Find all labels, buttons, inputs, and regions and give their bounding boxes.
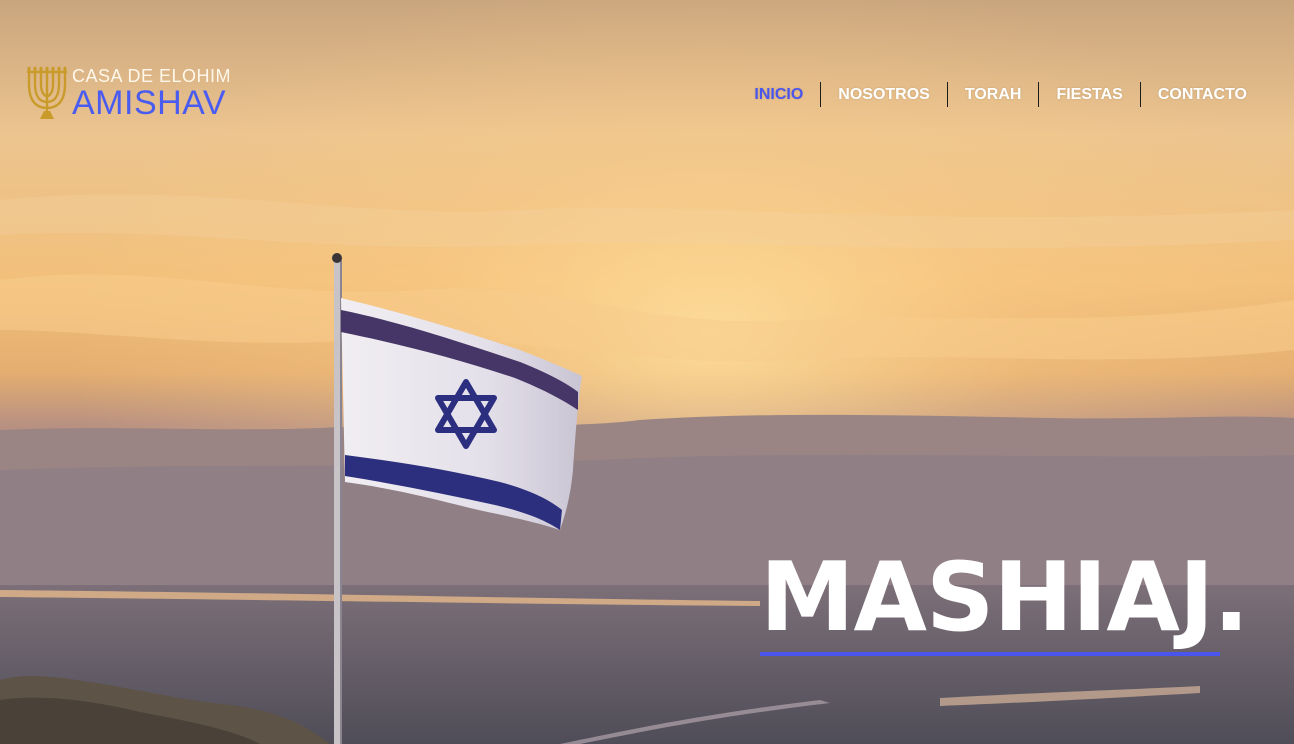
hero-headline-block: MASHIAJ. (760, 543, 1249, 656)
nav-item-fiestas[interactable]: FIESTAS (1038, 82, 1139, 107)
nav-item-inicio[interactable]: INICIO (737, 82, 820, 107)
nav-item-contacto[interactable]: CONTACTO (1139, 82, 1264, 107)
nav-item-torah[interactable]: TORAH (946, 82, 1039, 107)
logo-line2: AMISHAV (72, 84, 227, 122)
hero-headline: MASHIAJ. (760, 543, 1249, 653)
logo-line1: CASA DE ELOHIM (72, 66, 232, 86)
nav-item-nosotros[interactable]: NOSOTROS (820, 82, 947, 107)
menorah-icon (26, 66, 68, 119)
site-header: CASA DE ELOHIM AMISHAV INICIO NOSOTROS T… (0, 0, 1294, 130)
logo-text: CASA DE ELOHIM AMISHAV (72, 64, 231, 120)
site-logo[interactable]: CASA DE ELOHIM AMISHAV (26, 64, 231, 120)
main-nav: INICIO NOSOTROS TORAH FIESTAS CONTACTO (737, 82, 1264, 107)
